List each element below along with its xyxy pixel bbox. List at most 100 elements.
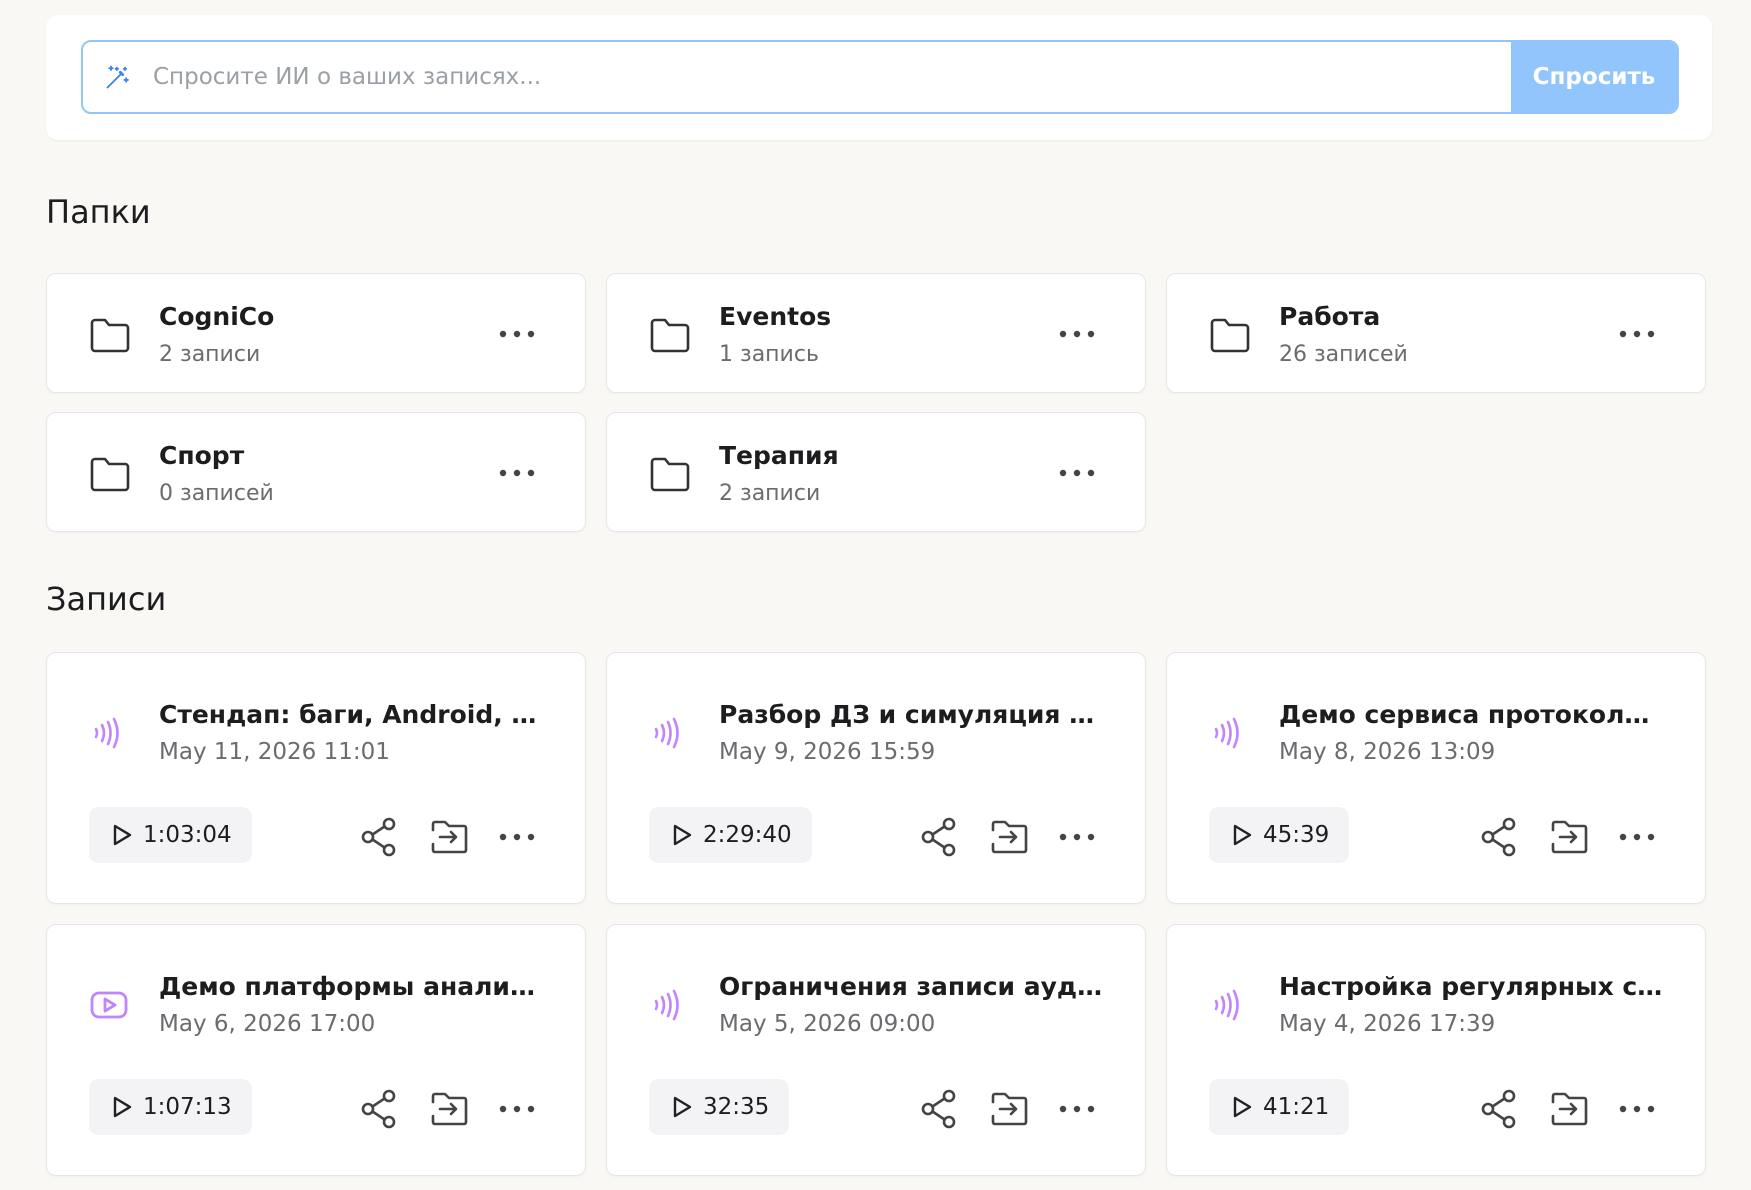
folder-icon (1210, 318, 1250, 353)
folder-icon (650, 318, 690, 353)
share-button[interactable] (917, 1087, 961, 1131)
recording-title: Демо сервиса протоколирования встреч (1279, 700, 1664, 729)
move-to-folder-button[interactable] (1547, 815, 1595, 859)
play-icon (113, 1096, 132, 1118)
share-icon (1481, 1089, 1516, 1129)
audio-wave-icon (94, 717, 119, 749)
recording-card[interactable]: Демо платформы анализа данных May 6, 202… (46, 924, 586, 1176)
duration-label: 1:07:13 (143, 1094, 232, 1120)
folders-section-title: Папки (46, 193, 151, 231)
more-options-button[interactable] (495, 822, 539, 852)
duration-label: 1:03:04 (143, 822, 232, 848)
share-button[interactable] (1477, 1087, 1521, 1131)
more-options-button[interactable] (495, 319, 539, 349)
recording-title: Стендап: баги, Android, корпоративные за… (159, 700, 544, 729)
more-options-button[interactable] (1055, 458, 1099, 488)
recording-card[interactable]: Демо сервиса протоколирования встреч May… (1166, 652, 1706, 904)
play-icon (673, 1096, 692, 1118)
duration-label: 41:21 (1263, 1094, 1330, 1120)
recording-card[interactable]: Ограничения записи аудио в браузере May … (606, 924, 1146, 1176)
move-to-folder-button[interactable] (987, 815, 1035, 859)
share-button[interactable] (917, 815, 961, 859)
folder-icon (90, 457, 130, 492)
recording-title: Ограничения записи аудио в браузере (719, 972, 1104, 1001)
play-button[interactable]: 1:07:13 (89, 1079, 252, 1135)
recording-card[interactable]: Стендап: баги, Android, корпоративные за… (46, 652, 586, 904)
recording-title: Разбор ДЗ и симуляция автоматизации (719, 700, 1104, 729)
move-to-folder-icon (1551, 1092, 1588, 1126)
move-to-folder-button[interactable] (1547, 1087, 1595, 1131)
recording-date: May 4, 2026 17:39 (1279, 1011, 1496, 1037)
more-options-button[interactable] (1055, 1094, 1099, 1124)
duration-label: 45:39 (1263, 822, 1330, 848)
move-to-folder-icon (431, 820, 468, 854)
play-button[interactable]: 2:29:40 (649, 807, 812, 863)
move-to-folder-icon (991, 1092, 1028, 1126)
share-icon (1481, 817, 1516, 857)
play-button[interactable]: 1:03:04 (89, 807, 252, 863)
more-horizontal-icon (1059, 330, 1095, 338)
recording-date: May 9, 2026 15:59 (719, 739, 936, 765)
move-to-folder-button[interactable] (427, 815, 475, 859)
more-options-button[interactable] (1055, 822, 1099, 852)
folder-count: 1 запись (719, 342, 819, 367)
audio-wave-icon (1214, 717, 1239, 749)
play-button[interactable]: 41:21 (1209, 1079, 1350, 1135)
move-to-folder-button[interactable] (987, 1087, 1035, 1131)
play-button[interactable]: 32:35 (649, 1079, 790, 1135)
folder-count: 2 записи (719, 481, 821, 506)
more-options-button[interactable] (1615, 1094, 1659, 1124)
play-icon (1233, 1096, 1252, 1118)
move-to-folder-button[interactable] (427, 1087, 475, 1131)
more-horizontal-icon (499, 330, 535, 338)
folder-name: Работа (1279, 302, 1381, 331)
folder-name: Терапия (719, 441, 839, 470)
move-to-folder-icon (991, 820, 1028, 854)
share-icon (921, 1089, 956, 1129)
folder-icon (90, 318, 130, 353)
audio-wave-icon (654, 989, 679, 1021)
recordings-section-title: Записи (46, 580, 167, 618)
folder-name: Eventos (719, 302, 832, 331)
recording-date: May 5, 2026 09:00 (719, 1011, 936, 1037)
video-play-icon (90, 991, 128, 1019)
folder-card[interactable]: Работа 26 записей (1166, 273, 1706, 393)
more-options-button[interactable] (495, 1094, 539, 1124)
audio-wave-icon (654, 717, 679, 749)
folder-card[interactable]: Спорт 0 записей (46, 412, 586, 532)
move-to-folder-icon (431, 1092, 468, 1126)
more-horizontal-icon (1059, 469, 1095, 477)
recording-card[interactable]: Настройка регулярных счетов и оплат May … (1166, 924, 1706, 1176)
more-horizontal-icon (1619, 1105, 1655, 1113)
recording-date: May 8, 2026 13:09 (1279, 739, 1496, 765)
more-horizontal-icon (499, 469, 535, 477)
play-icon (1233, 824, 1252, 846)
duration-label: 2:29:40 (703, 822, 792, 848)
ask-ai-input[interactable] (153, 42, 1511, 112)
play-button[interactable]: 45:39 (1209, 807, 1350, 863)
play-icon (113, 824, 132, 846)
more-horizontal-icon (1059, 1105, 1095, 1113)
play-icon (673, 824, 692, 846)
folder-card[interactable]: Терапия 2 записи (606, 412, 1146, 532)
folder-card[interactable]: CogniCo 2 записи (46, 273, 586, 393)
ask-ai-panel: Спросить (46, 15, 1712, 140)
share-button[interactable] (357, 815, 401, 859)
more-horizontal-icon (1619, 833, 1655, 841)
folder-icon (650, 457, 690, 492)
recording-date: May 11, 2026 11:01 (159, 739, 390, 765)
more-options-button[interactable] (1055, 319, 1099, 349)
more-horizontal-icon (499, 1105, 535, 1113)
duration-label: 32:35 (703, 1094, 770, 1120)
share-button[interactable] (1477, 815, 1521, 859)
folder-card[interactable]: Eventos 1 запись (606, 273, 1146, 393)
more-options-button[interactable] (495, 458, 539, 488)
share-button[interactable] (357, 1087, 401, 1131)
more-options-button[interactable] (1615, 822, 1659, 852)
recording-card[interactable]: Разбор ДЗ и симуляция автоматизации May … (606, 652, 1146, 904)
more-options-button[interactable] (1615, 319, 1659, 349)
ask-button[interactable]: Спросить (1511, 42, 1677, 112)
recording-date: May 6, 2026 17:00 (159, 1011, 376, 1037)
folder-name: CogniCo (159, 302, 275, 331)
more-horizontal-icon (499, 833, 535, 841)
